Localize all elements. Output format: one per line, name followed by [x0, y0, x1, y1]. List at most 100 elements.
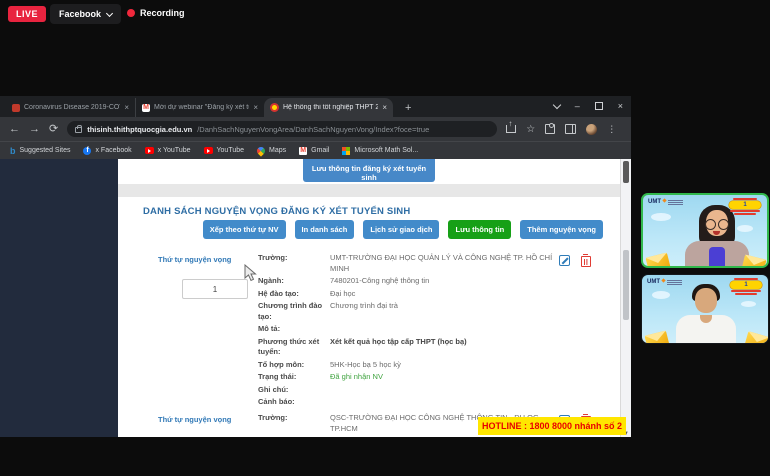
field-value	[330, 324, 563, 335]
profile-avatar[interactable]	[586, 124, 597, 135]
close-icon[interactable]: ×	[253, 103, 258, 112]
forward-button[interactable]: →	[29, 124, 40, 135]
window-close-button[interactable]: ×	[618, 101, 623, 111]
maximize-button[interactable]	[595, 102, 603, 110]
field-row: Trạng thái:Đã ghi nhận NV	[258, 372, 563, 383]
order-input[interactable]	[182, 279, 248, 299]
bing-icon: b	[10, 147, 16, 155]
back-button[interactable]: ←	[9, 124, 20, 135]
action-button[interactable]: In danh sách	[295, 220, 355, 239]
action-button[interactable]: Lịch sử giao dịch	[363, 220, 439, 239]
field-label: Trường:	[258, 253, 330, 274]
field-value: UMT-TRƯỜNG ĐẠI HỌC QUẢN LÝ VÀ CÔNG NGHỆ …	[330, 253, 563, 274]
bookmark-label: Suggested Sites	[20, 147, 71, 154]
screen: LIVE Facebook Recording Coronavirus Dise…	[0, 0, 770, 476]
umt-logo-lines	[668, 200, 683, 205]
scrollbar-top-thumb[interactable]	[623, 161, 629, 183]
cloud-decoration	[737, 225, 753, 232]
field-value	[330, 397, 563, 408]
extensions-icon[interactable]	[545, 124, 555, 134]
field-row: Trường:UMT-TRƯỜNG ĐẠI HỌC QUẢN LÝ VÀ CÔN…	[258, 253, 563, 274]
field-row: Chương trình đào tạo:Chương trình đại tr…	[258, 301, 563, 322]
order-label: Thứ tự nguyện vọng	[158, 415, 242, 425]
tab-coronavirus[interactable]: Coronavirus Disease 2019-COVI ×	[6, 98, 135, 117]
bookmark-item[interactable]: fx Facebook	[83, 147, 131, 155]
new-tab-button[interactable]: +	[405, 99, 411, 117]
recording-dot-icon	[127, 9, 135, 17]
field-row: Tổ hợp môn:5HK-Học bạ 5 học kỳ	[258, 360, 563, 371]
recording-label: Recording	[140, 8, 185, 18]
tab-webinar-mail[interactable]: M Mời dự webinar "Đăng ký xét tuy ×	[135, 98, 264, 117]
bookmark-item[interactable]: YouTube	[204, 147, 245, 154]
webcam-participant[interactable]: UMT 1	[641, 274, 769, 344]
glasses-icon	[718, 219, 729, 230]
field-row: Mô tả:	[258, 324, 563, 335]
entry-fields: Trường:UMT-TRƯỜNG ĐẠI HỌC QUẢN LÝ VÀ CÔN…	[258, 253, 563, 410]
side-panel-icon[interactable]	[565, 124, 576, 134]
umt-logo: UMT	[647, 279, 682, 285]
action-button[interactable]: Thêm nguyện vọng	[520, 220, 603, 239]
field-value	[330, 385, 563, 396]
field-label: Phương thức xét tuyển:	[258, 337, 330, 358]
scrollbar-thumb[interactable]	[623, 250, 629, 320]
wishlist-card: DANH SÁCH NGUYỆN VỌNG ĐĂNG KÝ XÉT TUYỂN …	[118, 197, 620, 437]
bookmark-label: x YouTube	[158, 147, 191, 154]
bookmark-item[interactable]: M Gmail	[299, 147, 329, 155]
toolbar-right-icons: ☆ ⋮	[506, 124, 616, 135]
edit-icon[interactable]	[559, 255, 570, 266]
field-row: Ghi chú:	[258, 385, 563, 396]
bookmark-label: YouTube	[217, 147, 245, 154]
action-button[interactable]: Lưu thông tin	[448, 220, 511, 239]
minimize-button[interactable]: –	[575, 101, 580, 111]
hotline-badge: HOTLINE : 1800 8000 nhánh số 2	[478, 417, 626, 435]
promo-badge: 1	[728, 278, 764, 295]
bookmark-label: Maps	[269, 147, 286, 154]
cloud-decoration	[652, 291, 670, 299]
action-button[interactable]: Xếp theo thứ tự NV	[203, 220, 286, 239]
field-label: Ngành:	[258, 276, 330, 287]
envelope-decoration	[645, 331, 670, 344]
channel-label: Facebook	[59, 9, 101, 19]
microsoft-icon	[342, 147, 350, 155]
presenter-shirt	[709, 247, 725, 268]
save-registration-button[interactable]: Lưu thông tin đăng ký xét tuyển sinh	[303, 159, 435, 182]
field-row: Hệ đào tạo:Đại học	[258, 289, 563, 300]
gmail-icon: M	[299, 147, 307, 155]
browser-menu-icon[interactable]: ⋮	[607, 124, 616, 135]
page-body: Lưu thông tin đăng ký xét tuyển sinh DAN…	[118, 159, 620, 437]
address-bar[interactable]: thisinh.thithptquocgia.edu.vn /DanhSachN…	[67, 121, 497, 137]
bookmark-item[interactable]: Maps	[257, 147, 286, 155]
channel-selector[interactable]: Facebook	[50, 4, 121, 24]
umt-logo-text: UMT	[647, 279, 660, 285]
bookmark-label: Gmail	[311, 147, 329, 154]
close-icon[interactable]: ×	[124, 103, 129, 112]
field-value: 5HK-Học bạ 5 học kỳ	[330, 360, 563, 371]
webcam-speaker[interactable]: UMT 1	[641, 193, 769, 268]
umt-logo-lines	[667, 280, 682, 285]
field-row: Ngành:7480201-Công nghệ thông tin	[258, 276, 563, 287]
gmail-favicon: M	[142, 104, 150, 112]
field-value: Xét kết quả học tập cấp THPT (học bạ)	[330, 337, 563, 358]
moet-emblem-favicon	[270, 103, 279, 112]
maps-icon	[255, 145, 266, 156]
refresh-button[interactable]: ⟳	[49, 124, 58, 135]
page-scrollbar[interactable]: ▼	[620, 159, 631, 437]
bookmark-item[interactable]: Microsoft Math Sol...	[342, 147, 418, 155]
tab-title: Mời dự webinar "Đăng ký xét tuy	[154, 104, 249, 111]
close-icon[interactable]: ×	[382, 103, 387, 112]
tab-thpt-system[interactable]: Hệ thống thi tốt nghiệp THPT 20 ×	[264, 98, 393, 117]
trash-icon[interactable]	[581, 256, 591, 267]
cloud-decoration	[741, 301, 756, 307]
bookmark-star-icon[interactable]: ☆	[526, 124, 535, 135]
share-icon[interactable]	[506, 125, 516, 133]
envelope-decoration	[646, 253, 671, 268]
window-chevron-icon[interactable]	[552, 100, 560, 108]
bookmark-label: Microsoft Math Sol...	[354, 147, 418, 154]
field-label: Ghi chú:	[258, 385, 330, 396]
lock-icon	[75, 127, 82, 133]
mouse-cursor	[244, 264, 257, 282]
url-path: /DanhSachNguyenVongArea/DanhSachNguyenVo…	[197, 125, 489, 134]
live-badge: LIVE	[8, 6, 46, 22]
bookmark-item[interactable]: x YouTube	[145, 147, 191, 154]
bookmark-item[interactable]: b Suggested Sites	[10, 147, 70, 155]
